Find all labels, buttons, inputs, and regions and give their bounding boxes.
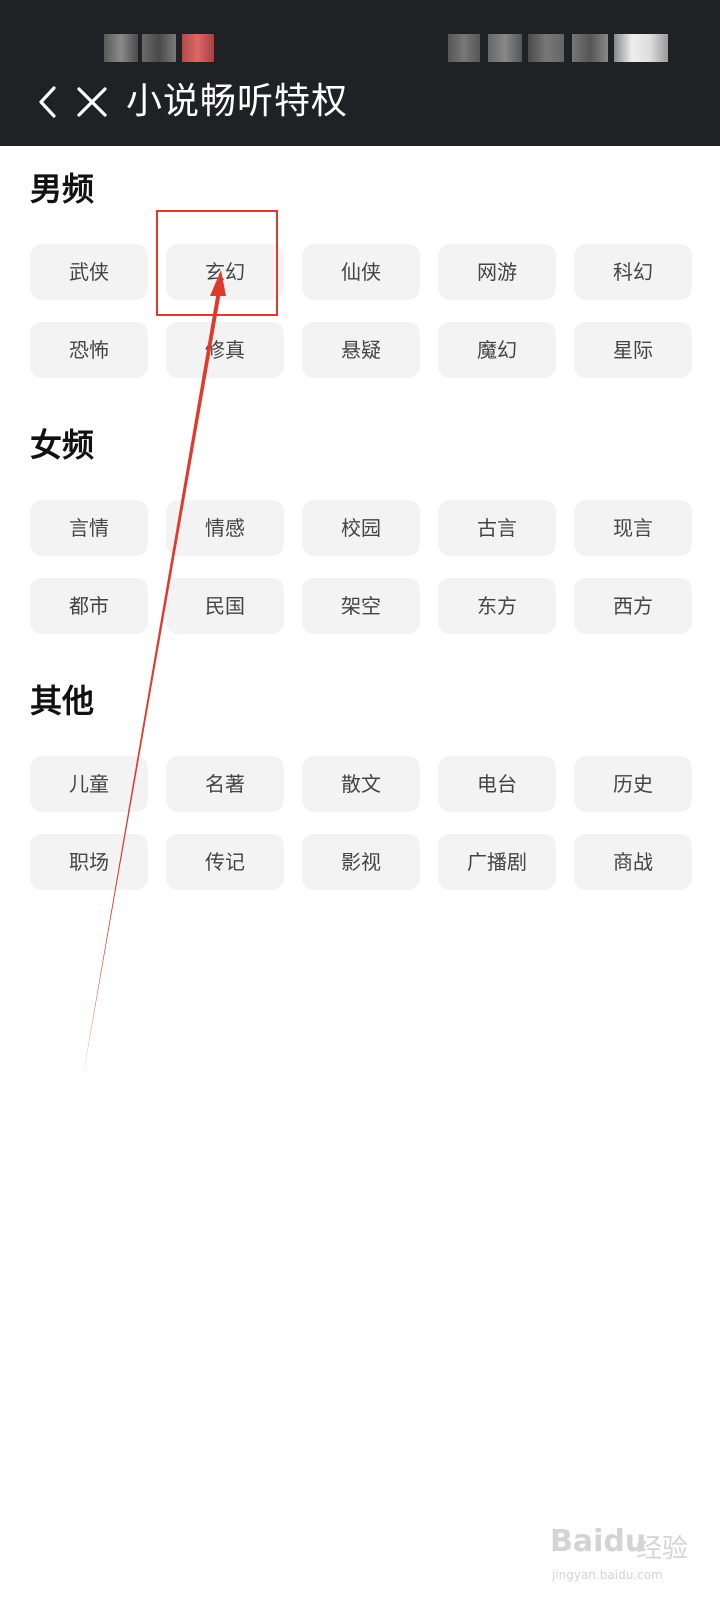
category-chip[interactable]: 传记 <box>166 834 284 890</box>
category-chip[interactable]: 恐怖 <box>30 322 148 378</box>
baidu-watermark: Baidu 经验 jingyan.baidu.com <box>550 1522 700 1592</box>
category-chip[interactable]: 都市 <box>30 578 148 634</box>
category-grid: 言情 情感 校园 古言 现言 都市 民国 架空 东方 西方 <box>30 500 692 634</box>
category-chip[interactable]: 魔幻 <box>438 322 556 378</box>
status-pixel-block <box>448 34 480 62</box>
category-chip[interactable]: 科幻 <box>574 244 692 300</box>
status-pixel-block <box>182 34 214 62</box>
section-title: 其他 <box>30 682 95 720</box>
category-content: 男频 武侠 玄幻 仙侠 网游 科幻 恐怖 修真 悬疑 魔幻 星际 女频 言情 情… <box>0 146 720 890</box>
category-chip[interactable]: 西方 <box>574 578 692 634</box>
category-chip-xuanhuan[interactable]: 玄幻 <box>166 244 284 300</box>
category-chip[interactable]: 仙侠 <box>302 244 420 300</box>
category-chip[interactable]: 修真 <box>166 322 284 378</box>
category-chip[interactable]: 名著 <box>166 756 284 812</box>
section-title: 女频 <box>30 426 95 464</box>
category-chip[interactable]: 广播剧 <box>438 834 556 890</box>
category-chip[interactable]: 言情 <box>30 500 148 556</box>
watermark-text: 经验 <box>636 1534 689 1564</box>
category-chip[interactable]: 武侠 <box>30 244 148 300</box>
category-chip[interactable]: 悬疑 <box>302 322 420 378</box>
category-grid: 武侠 玄幻 仙侠 网游 科幻 恐怖 修真 悬疑 魔幻 星际 <box>30 244 692 378</box>
chevron-left-icon-svg <box>39 86 56 118</box>
category-chip[interactable]: 现言 <box>574 500 692 556</box>
category-chip[interactable]: 商战 <box>574 834 692 890</box>
category-chip[interactable]: 职场 <box>30 834 148 890</box>
chevron-left-icon[interactable] <box>28 82 68 122</box>
section-male: 男频 武侠 玄幻 仙侠 网游 科幻 恐怖 修真 悬疑 魔幻 星际 <box>30 164 692 378</box>
page-title: 小说畅听特权 <box>126 81 349 122</box>
category-chip[interactable]: 东方 <box>438 578 556 634</box>
watermark-url: jingyan.baidu.com <box>552 1568 663 1582</box>
watermark-logo: Baidu <box>550 1524 647 1559</box>
category-chip[interactable]: 网游 <box>438 244 556 300</box>
status-bar-pixelated <box>0 30 720 66</box>
close-icon[interactable] <box>72 82 112 122</box>
status-pixel-block <box>104 34 138 62</box>
section-female: 女频 言情 情感 校园 古言 现言 都市 民国 架空 东方 西方 <box>30 420 692 634</box>
section-other: 其他 儿童 名著 散文 电台 历史 职场 传记 影视 广播剧 商战 <box>30 676 692 890</box>
top-bar: 小说畅听特权 <box>0 0 720 146</box>
category-chip[interactable]: 架空 <box>302 578 420 634</box>
category-chip[interactable]: 电台 <box>438 756 556 812</box>
category-chip[interactable]: 校园 <box>302 500 420 556</box>
status-pixel-block <box>488 34 522 62</box>
category-chip[interactable]: 民国 <box>166 578 284 634</box>
category-chip[interactable]: 儿童 <box>30 756 148 812</box>
nav-bar: 小说畅听特权 <box>0 72 720 132</box>
category-chip[interactable]: 星际 <box>574 322 692 378</box>
category-chip[interactable]: 散文 <box>302 756 420 812</box>
category-grid: 儿童 名著 散文 电台 历史 职场 传记 影视 广播剧 商战 <box>30 756 692 890</box>
status-pixel-block <box>142 34 176 62</box>
status-pixel-block <box>528 34 564 62</box>
category-chip[interactable]: 情感 <box>166 500 284 556</box>
category-chip[interactable]: 古言 <box>438 500 556 556</box>
battery-pixel-block <box>614 34 668 62</box>
close-icon-svg <box>77 87 107 117</box>
status-pixel-block <box>572 34 608 62</box>
category-chip[interactable]: 历史 <box>574 756 692 812</box>
section-title: 男频 <box>30 170 95 208</box>
category-chip[interactable]: 影视 <box>302 834 420 890</box>
app-screen: 小说畅听特权 男频 武侠 玄幻 仙侠 网游 科幻 恐怖 修真 悬疑 魔幻 星际 … <box>0 0 720 1600</box>
